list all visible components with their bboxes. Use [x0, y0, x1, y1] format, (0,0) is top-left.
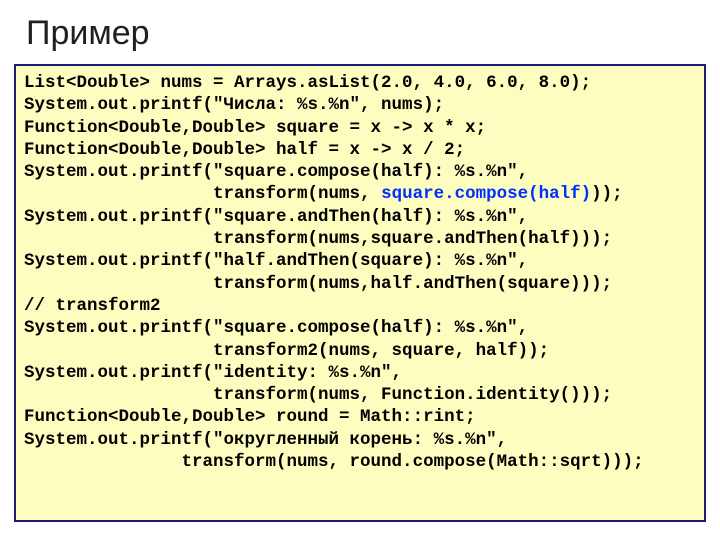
code-line: System.out.printf("Числа: %s.%n", nums);: [24, 95, 444, 115]
code-line: System.out.printf("square.compose(half):…: [24, 318, 528, 338]
slide: Пример List<Double> nums = Arrays.asList…: [0, 0, 720, 540]
code-line: System.out.printf("half.andThen(square):…: [24, 251, 528, 271]
code-line: List<Double> nums = Arrays.asList(2.0, 4…: [24, 73, 591, 93]
code-line: transform(nums, Function.identity()));: [24, 385, 612, 405]
code-line: System.out.printf("square.compose(half):…: [24, 162, 528, 182]
code-line: transform(nums, round.compose(Math::sqrt…: [24, 452, 644, 472]
code-line: System.out.printf("square.andThen(half):…: [24, 207, 528, 227]
code-line: Function<Double,Double> round = Math::ri…: [24, 407, 476, 427]
code-line: transform(nums,: [24, 184, 381, 204]
code-line: transform2(nums, square, half));: [24, 341, 549, 361]
code-block: List<Double> nums = Arrays.asList(2.0, 4…: [14, 64, 706, 522]
code-line: ));: [591, 184, 623, 204]
code-highlight: square.compose(half): [381, 184, 591, 204]
code-line: Function<Double,Double> half = x -> x / …: [24, 140, 465, 160]
slide-title: Пример: [26, 14, 150, 53]
code-line: System.out.printf("identity: %s.%n",: [24, 363, 402, 383]
code-line: transform(nums,square.andThen(half)));: [24, 229, 612, 249]
code-line: transform(nums,half.andThen(square)));: [24, 274, 612, 294]
code-line: System.out.printf("округленный корень: %…: [24, 430, 507, 450]
code-line: // transform2: [24, 296, 161, 316]
code-line: Function<Double,Double> square = x -> x …: [24, 118, 486, 138]
